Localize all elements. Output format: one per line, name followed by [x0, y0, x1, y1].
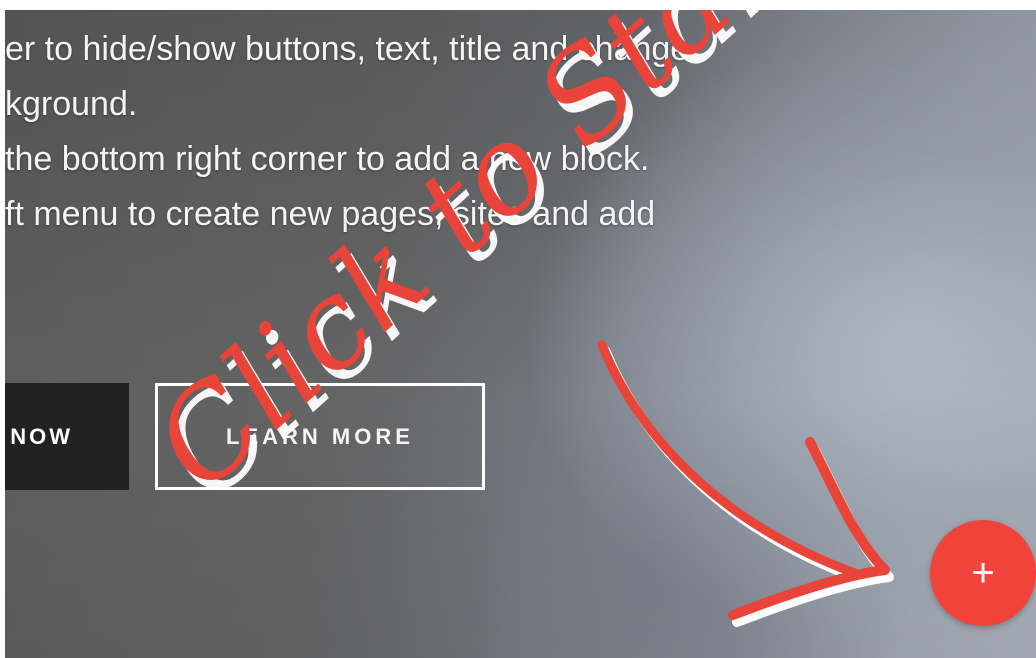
hero-text-line: er to hide/show buttons, text, title and… — [5, 30, 690, 68]
hero-text-line: the bottom right corner to add a new blo… — [5, 140, 650, 178]
learn-more-button[interactable]: LEARN MORE — [155, 383, 485, 490]
hero-description: er to hide/show buttons, text, title and… — [5, 22, 885, 242]
primary-button[interactable]: NOW — [5, 383, 129, 490]
add-block-button[interactable]: + — [930, 520, 1036, 626]
plus-icon: + — [971, 551, 995, 595]
hero-text-line: kground. — [5, 85, 138, 123]
hero-text-line: ft menu to create new pages, sites and a… — [5, 195, 656, 233]
hero-section: er to hide/show buttons, text, title and… — [5, 10, 1036, 658]
